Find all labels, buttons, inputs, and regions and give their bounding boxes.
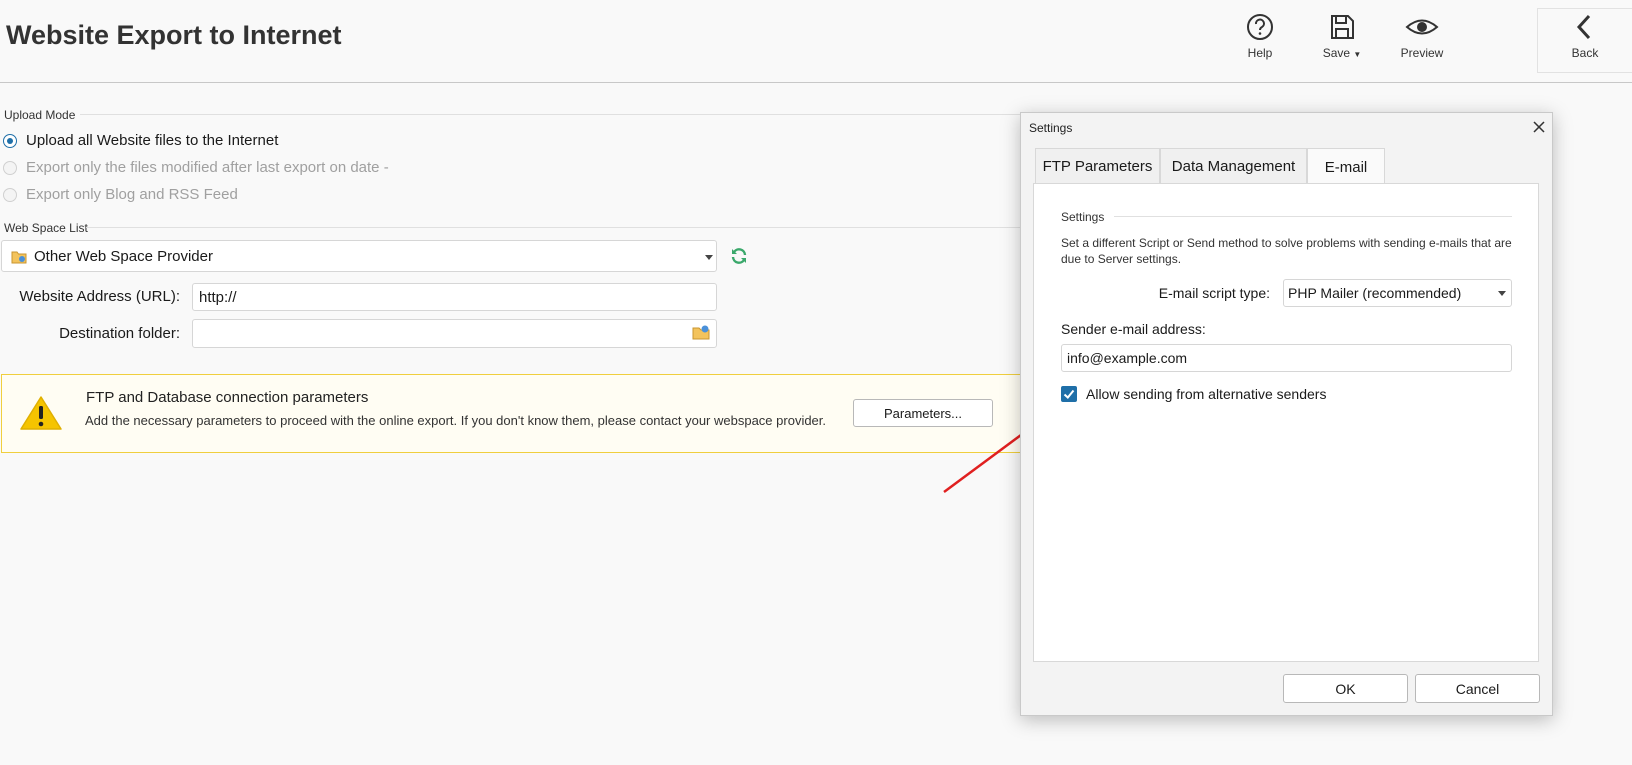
help-label: Help	[1247, 46, 1273, 60]
chevron-down-icon	[1498, 291, 1506, 296]
web-space-provider-value: Other Web Space Provider	[34, 248, 213, 265]
destination-folder-label: Destination folder:	[59, 325, 180, 342]
browse-folder-icon[interactable]	[692, 324, 710, 340]
page-title: Website Export to Internet	[6, 20, 342, 50]
tab-email[interactable]: E-mail	[1307, 148, 1385, 185]
destination-folder-input[interactable]	[192, 319, 717, 348]
radio-button[interactable]	[3, 133, 17, 148]
checkmark-icon	[1063, 389, 1075, 399]
preview-label: Preview	[1400, 46, 1444, 60]
help-icon	[1247, 14, 1273, 40]
email-script-type-select[interactable]: PHP Mailer (recommended)	[1283, 279, 1512, 307]
alt-senders-checkbox-row[interactable]: Allow sending from alternative senders	[1061, 386, 1326, 402]
ftp-notice-description: Add the necessary parameters to proceed …	[85, 413, 827, 428]
chevron-left-icon	[1576, 14, 1591, 40]
radio-upload-all[interactable]: Upload all Website files to the Internet	[3, 132, 278, 149]
ok-button[interactable]: OK	[1283, 674, 1408, 703]
preview-button[interactable]: Preview	[1382, 12, 1462, 60]
email-tab-panel: Settings Set a different Script or Send …	[1033, 183, 1539, 662]
refresh-icon[interactable]	[730, 247, 748, 265]
web-space-list-title: Web Space List	[4, 221, 88, 235]
website-address-label: Website Address (URL):	[19, 288, 180, 305]
tab-ftp-parameters[interactable]: FTP Parameters	[1035, 148, 1160, 184]
save-icon	[1331, 15, 1354, 39]
save-button[interactable]: Save ▼	[1302, 12, 1382, 60]
email-script-type-label: E-mail script type:	[1158, 285, 1270, 301]
section-divider	[80, 114, 1080, 115]
tab-data-management[interactable]: Data Management	[1160, 148, 1307, 184]
alt-senders-checkbox[interactable]	[1061, 386, 1077, 402]
save-label: Save	[1322, 46, 1351, 60]
chevron-down-icon: ▼	[1353, 50, 1362, 59]
settings-description: Set a different Script or Send method to…	[1061, 236, 1512, 266]
back-button-content[interactable]: Back	[1545, 12, 1625, 60]
warning-icon	[20, 396, 62, 430]
radio-export-blog[interactable]: Export only Blog and RSS Feed	[3, 186, 238, 203]
ftp-notice-title: FTP and Database connection parameters	[86, 389, 369, 406]
email-script-type-value: PHP Mailer (recommended)	[1288, 285, 1462, 301]
server-folder-icon	[11, 251, 27, 264]
upload-mode-title: Upload Mode	[4, 108, 76, 122]
header-divider	[0, 82, 1632, 83]
web-space-provider-select[interactable]: Other Web Space Provider	[1, 240, 717, 272]
radio-button[interactable]	[3, 160, 17, 175]
close-icon[interactable]	[1532, 120, 1546, 134]
cancel-button[interactable]: Cancel	[1415, 674, 1540, 703]
radio-label: Upload all Website files to the Internet	[26, 132, 279, 149]
settings-dialog: Settings FTP Parameters Data Management …	[1020, 112, 1553, 716]
dialog-title: Settings	[1029, 121, 1073, 135]
help-button[interactable]: Help	[1220, 12, 1300, 60]
back-label: Back	[1571, 46, 1599, 60]
radio-export-modified[interactable]: Export only the files modified after las…	[3, 159, 389, 176]
section-divider	[86, 227, 1080, 228]
settings-group-title: Settings	[1061, 210, 1105, 224]
group-divider	[1114, 216, 1512, 217]
alt-senders-label: Allow sending from alternative senders	[1086, 386, 1327, 402]
chevron-down-icon	[705, 255, 713, 260]
website-address-input[interactable]: http://	[192, 283, 717, 311]
eye-icon	[1405, 19, 1439, 35]
radio-button[interactable]	[3, 187, 17, 202]
sender-email-input[interactable]: info@example.com	[1061, 344, 1512, 372]
radio-label: Export only Blog and RSS Feed	[26, 186, 238, 203]
sender-email-label: Sender e-mail address:	[1061, 321, 1206, 337]
radio-label: Export only the files modified after las…	[26, 159, 389, 176]
